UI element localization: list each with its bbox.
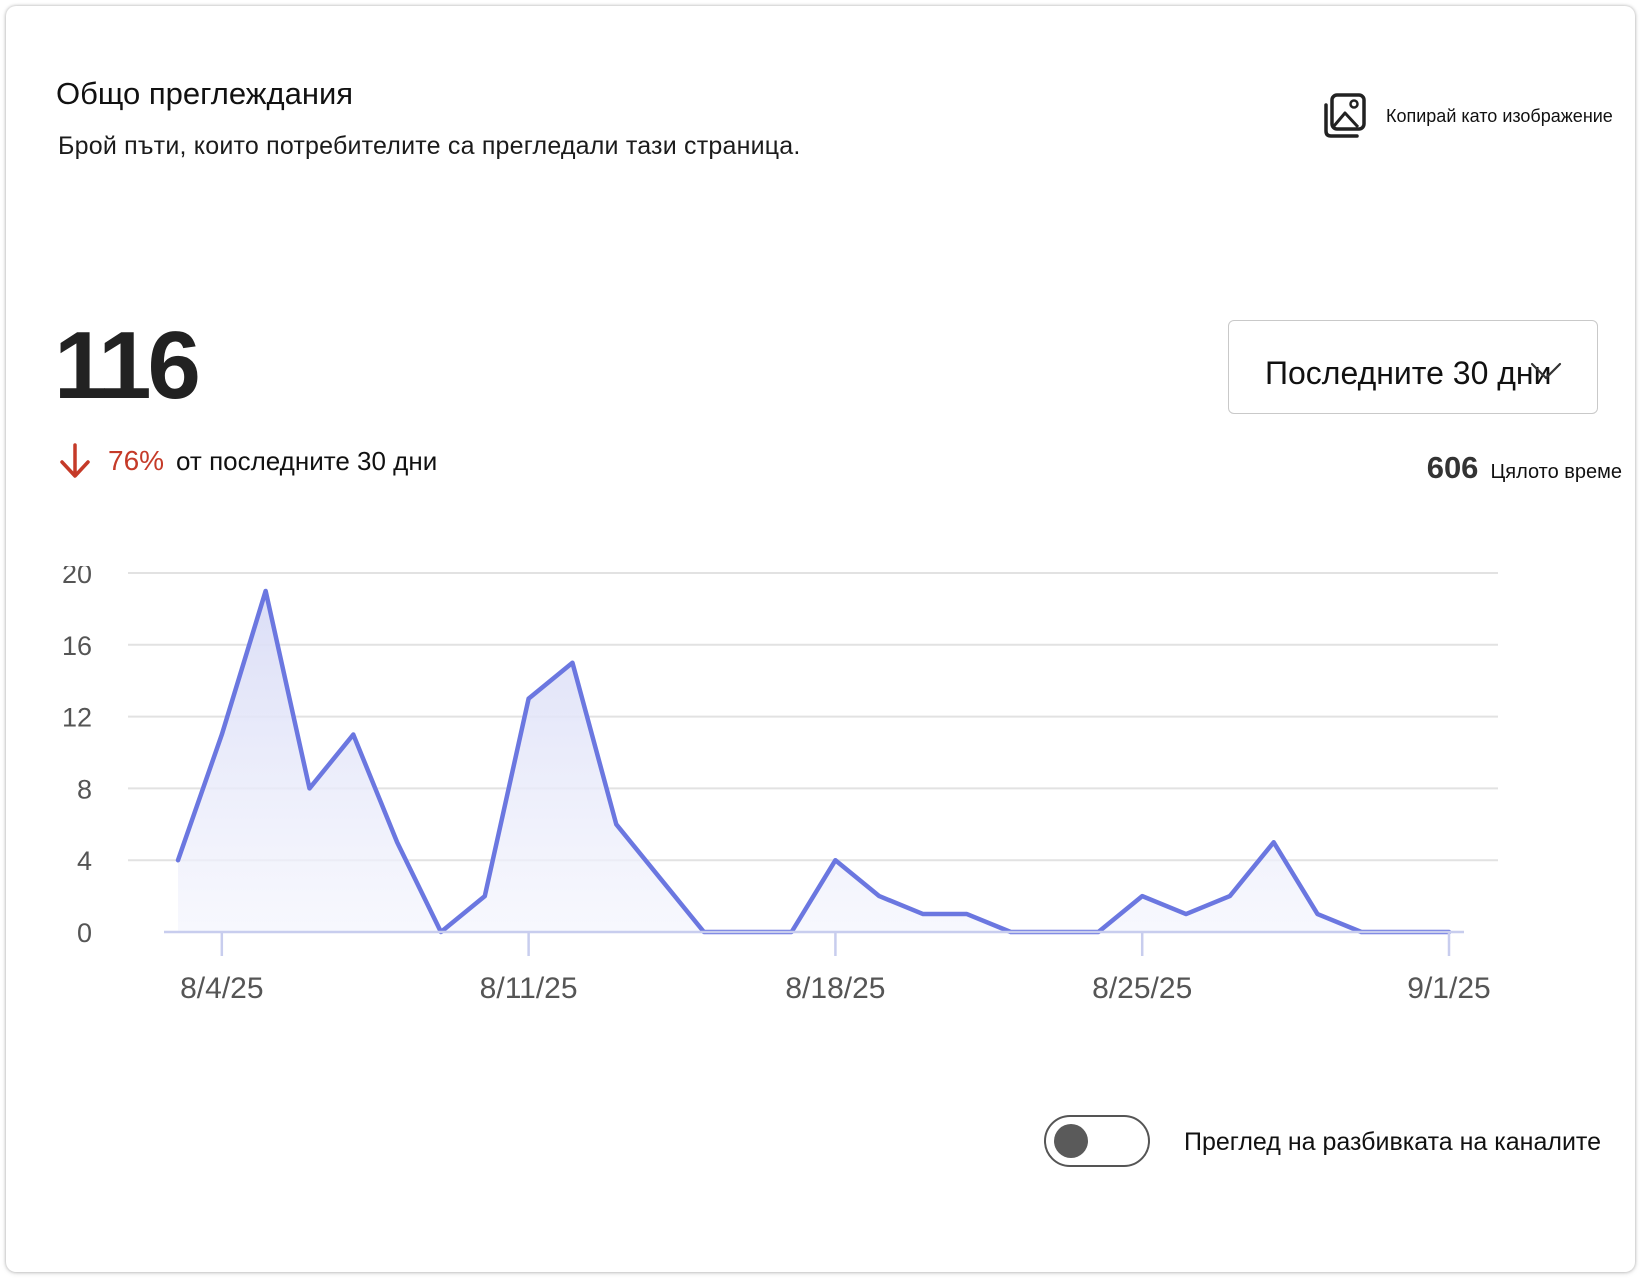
y-tick-label: 8	[77, 774, 92, 804]
y-tick-label: 16	[62, 631, 92, 661]
image-copy-icon	[1324, 93, 1366, 138]
copy-as-image-button[interactable]: Копирай като изображение	[1318, 91, 1640, 141]
copy-as-image-label: Копирай като изображение	[1386, 105, 1613, 126]
x-tick-label: 8/11/25	[480, 972, 578, 1005]
y-tick-label: 4	[77, 846, 92, 876]
chevron-down-icon	[1530, 362, 1562, 380]
all-time-label: Цялото време	[1490, 461, 1622, 483]
x-tick-label: 9/1/25	[1407, 972, 1490, 1005]
change-percent: 76%	[108, 445, 165, 476]
x-tick-label: 8/4/25	[180, 972, 263, 1005]
channel-breakdown-label: Преглед на разбивката на каналите	[1184, 1128, 1601, 1156]
total-views-value: 116	[54, 312, 201, 419]
change-indicator: 76% от последните 30 дни	[58, 442, 437, 480]
change-text: от последните 30 дни	[176, 445, 438, 476]
y-tick-label: 12	[62, 703, 92, 733]
channel-breakdown-toggle[interactable]	[1044, 1115, 1150, 1167]
all-time-stat: 606 Цялото време	[1427, 450, 1622, 486]
arrow-down-icon	[60, 443, 90, 478]
x-tick-label: 8/18/25	[785, 972, 885, 1005]
all-time-value: 606	[1426, 450, 1479, 485]
date-range-dropdown[interactable]: Последните 30 дни	[1228, 320, 1598, 414]
y-tick-label: 0	[77, 918, 92, 948]
date-range-selected: Последните 30 дни	[1265, 355, 1552, 391]
views-card: Общо преглеждания Брой пъти, които потре…	[6, 6, 1635, 1272]
card-title: Общо преглеждания	[56, 76, 354, 111]
card-subtitle: Брой пъти, които потребителите са прегле…	[58, 132, 801, 160]
series-area	[178, 590, 1449, 932]
views-area-chart: 0 4 8 12 16 20 8/4/25 8/11/25 8/18/25 8/25/25 9/1…	[62, 566, 1498, 1005]
toggle-knob	[1054, 1124, 1088, 1158]
x-tick-label: 8/25/25	[1092, 972, 1192, 1005]
y-tick-label: 20	[62, 566, 92, 589]
